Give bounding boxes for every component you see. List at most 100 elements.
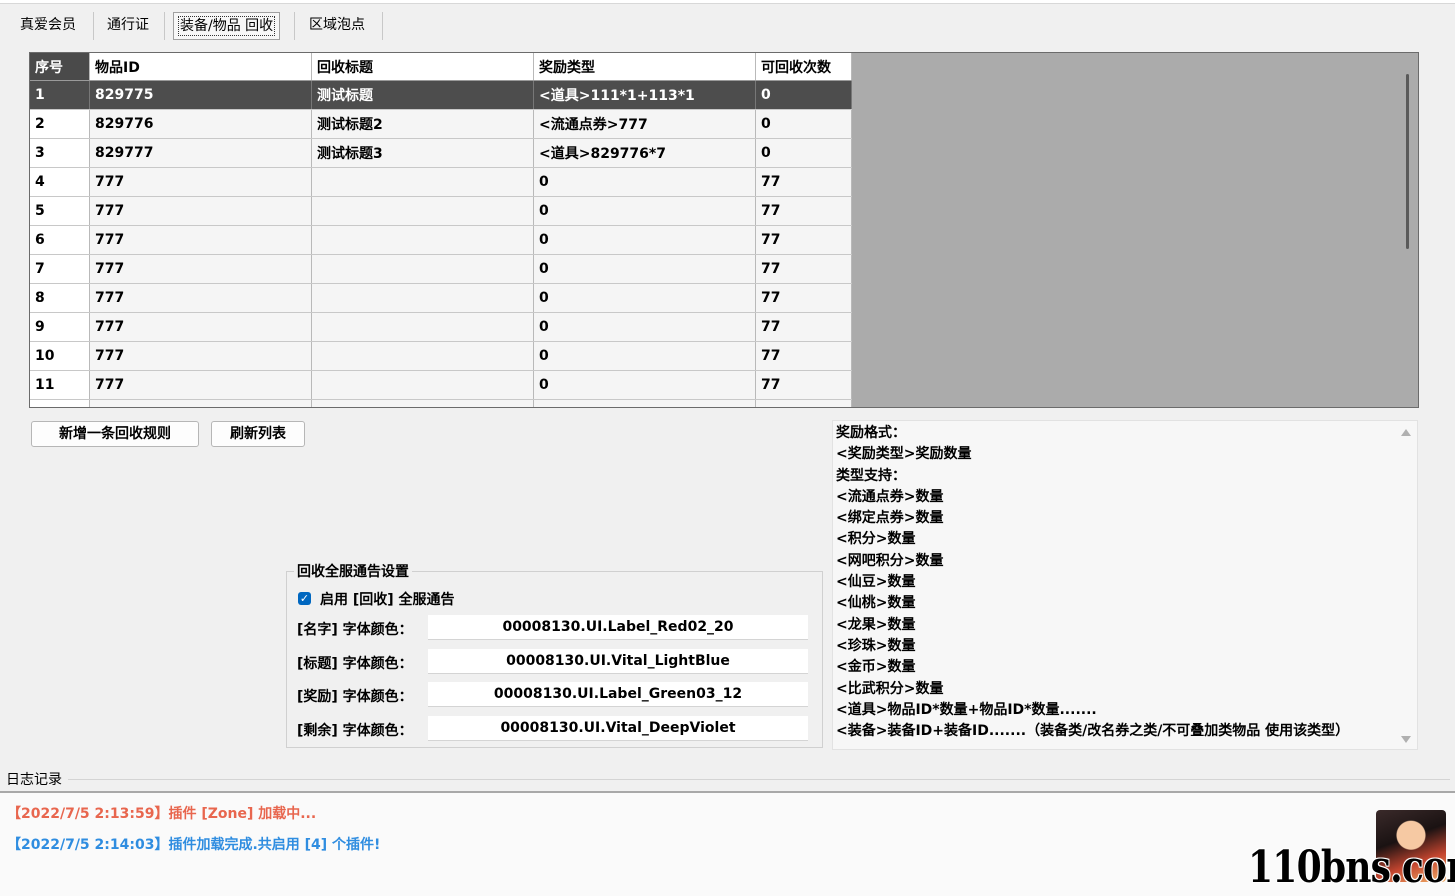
cell-reward-type[interactable]: 0	[533, 225, 756, 255]
cell-title[interactable]	[311, 225, 534, 255]
cell-title[interactable]	[311, 370, 534, 400]
cell-index[interactable]: 11	[30, 370, 90, 400]
cell-reward-type[interactable]: <流通点券>777	[533, 109, 756, 139]
cell-index[interactable]: 2	[30, 109, 90, 139]
table-row[interactable]: 1 829775 测试标题 <道具>111*1+113*1 0	[30, 80, 852, 110]
cell-index[interactable]: 1	[30, 80, 90, 110]
cell-item-id[interactable]	[89, 399, 312, 407]
cell-item-id[interactable]: 777	[89, 196, 312, 226]
tab-item-recycle[interactable]: 装备/物品 回收	[173, 12, 281, 40]
cell-recycle-count[interactable]: 0	[755, 138, 852, 168]
cell-title[interactable]: 测试标题3	[311, 138, 534, 168]
tab-divider	[382, 12, 383, 40]
scroll-up-icon[interactable]	[1401, 429, 1411, 436]
cell-index[interactable]: 10	[30, 341, 90, 371]
tab-vip-member[interactable]: 真爱会员	[12, 10, 84, 40]
cell-reward-type[interactable]: 0	[533, 370, 756, 400]
cell-index[interactable]: 3	[30, 138, 90, 168]
scroll-down-icon[interactable]	[1401, 736, 1411, 743]
cell-reward-type[interactable]: 0	[533, 167, 756, 197]
cell-recycle-count[interactable]: 77	[755, 312, 852, 342]
cell-recycle-count[interactable]: 77	[755, 196, 852, 226]
cell-index[interactable]: 7	[30, 254, 90, 284]
cell-item-id[interactable]: 829777	[89, 138, 312, 168]
cell-item-id[interactable]: 829776	[89, 109, 312, 139]
cell-reward-type[interactable]: 0	[533, 196, 756, 226]
column-header-recycle-count[interactable]: 可回收次数	[755, 53, 852, 81]
cell-reward-type[interactable]	[533, 399, 756, 407]
cell-title[interactable]: 测试标题	[311, 80, 534, 110]
table-row[interactable]: 11 777 0 77	[30, 370, 852, 400]
column-header-index[interactable]: 序号	[30, 53, 90, 81]
enable-announce-checkbox[interactable]: ✓	[298, 592, 311, 605]
cell-index[interactable]	[30, 399, 90, 407]
column-header-item-id[interactable]: 物品ID	[89, 53, 312, 81]
cell-title[interactable]	[311, 254, 534, 284]
cell-title[interactable]	[311, 312, 534, 342]
cell-item-id[interactable]: 777	[89, 225, 312, 255]
cell-reward-type[interactable]: <道具>829776*7	[533, 138, 756, 168]
cell-recycle-count[interactable]: 77	[755, 254, 852, 284]
cell-item-id[interactable]: 777	[89, 312, 312, 342]
title-color-label: [标题] 字体颜色：	[297, 656, 413, 672]
table-row[interactable]	[30, 399, 852, 407]
title-color-field[interactable]	[428, 649, 808, 674]
enable-announce-label[interactable]: 启用 [回收] 全服通告	[320, 589, 455, 609]
table-row[interactable]: 2 829776 测试标题2 <流通点券>777 0	[30, 109, 852, 139]
table-row[interactable]: 7 777 0 77	[30, 254, 852, 284]
reward-color-field[interactable]	[428, 682, 808, 707]
cell-recycle-count[interactable]: 77	[755, 225, 852, 255]
column-header-title[interactable]: 回收标题	[311, 53, 534, 81]
table-row[interactable]: 10 777 0 77	[30, 341, 852, 371]
cell-title[interactable]	[311, 399, 534, 407]
cell-item-id[interactable]: 777	[89, 283, 312, 313]
cell-recycle-count[interactable]: 77	[755, 167, 852, 197]
cell-reward-type[interactable]: <道具>111*1+113*1	[533, 80, 756, 110]
cell-reward-type[interactable]: 0	[533, 312, 756, 342]
cell-reward-type[interactable]: 0	[533, 254, 756, 284]
table-row[interactable]: 9 777 0 77	[30, 312, 852, 342]
table-row[interactable]: 5 777 0 77	[30, 196, 852, 226]
cell-title[interactable]: 测试标题2	[311, 109, 534, 139]
cell-recycle-count[interactable]: 77	[755, 370, 852, 400]
tab-pass[interactable]: 通行证	[99, 10, 157, 40]
recycle-rules-grid[interactable]: 序号 物品ID 回收标题 奖励类型 可回收次数 1 829775 测试标题 <道具>1…	[29, 52, 1419, 408]
cell-item-id[interactable]: 829775	[89, 80, 312, 110]
cell-item-id[interactable]: 777	[89, 167, 312, 197]
log-title-rule	[68, 779, 1450, 780]
tab-area-bubble[interactable]: 区域泡点	[301, 10, 373, 40]
cell-reward-type[interactable]: 0	[533, 283, 756, 313]
column-header-reward-type[interactable]: 奖励类型	[533, 53, 756, 81]
remaining-color-field[interactable]	[428, 716, 808, 741]
table-row[interactable]: 8 777 0 77	[30, 283, 852, 313]
help-line: <比武积分>数量	[836, 680, 944, 697]
cell-item-id[interactable]: 777	[89, 341, 312, 371]
log-entry: 【2022/7/5 2:13:59】插件 [Zone] 加载中...	[7, 806, 317, 822]
table-row[interactable]: 3 829777 测试标题3 <道具>829776*7 0	[30, 138, 852, 168]
cell-index[interactable]: 8	[30, 283, 90, 313]
cell-title[interactable]	[311, 167, 534, 197]
add-recycle-rule-button[interactable]: 新增一条回收规则	[31, 421, 199, 447]
refresh-list-button[interactable]: 刷新列表	[211, 421, 305, 447]
cell-recycle-count[interactable]: 0	[755, 80, 852, 110]
grid-vertical-scrollbar[interactable]	[1401, 54, 1415, 404]
scrollbar-thumb[interactable]	[1406, 74, 1409, 249]
cell-reward-type[interactable]: 0	[533, 341, 756, 371]
table-row[interactable]: 4 777 0 77	[30, 167, 852, 197]
cell-index[interactable]: 9	[30, 312, 90, 342]
name-color-field[interactable]	[428, 615, 808, 640]
cell-recycle-count[interactable]: 77	[755, 283, 852, 313]
cell-recycle-count[interactable]: 0	[755, 109, 852, 139]
reward-format-help[interactable]: 奖励格式： <奖励类型>奖励数量 类型支持： <流通点券>数量 <绑定点券>数量 <积分>…	[832, 420, 1418, 750]
cell-item-id[interactable]: 777	[89, 254, 312, 284]
cell-recycle-count[interactable]: 77	[755, 341, 852, 371]
cell-item-id[interactable]: 777	[89, 370, 312, 400]
table-row[interactable]: 6 777 0 77	[30, 225, 852, 255]
cell-recycle-count[interactable]	[755, 399, 852, 407]
cell-index[interactable]: 5	[30, 196, 90, 226]
cell-title[interactable]	[311, 341, 534, 371]
cell-title[interactable]	[311, 283, 534, 313]
cell-index[interactable]: 4	[30, 167, 90, 197]
cell-index[interactable]: 6	[30, 225, 90, 255]
cell-title[interactable]	[311, 196, 534, 226]
